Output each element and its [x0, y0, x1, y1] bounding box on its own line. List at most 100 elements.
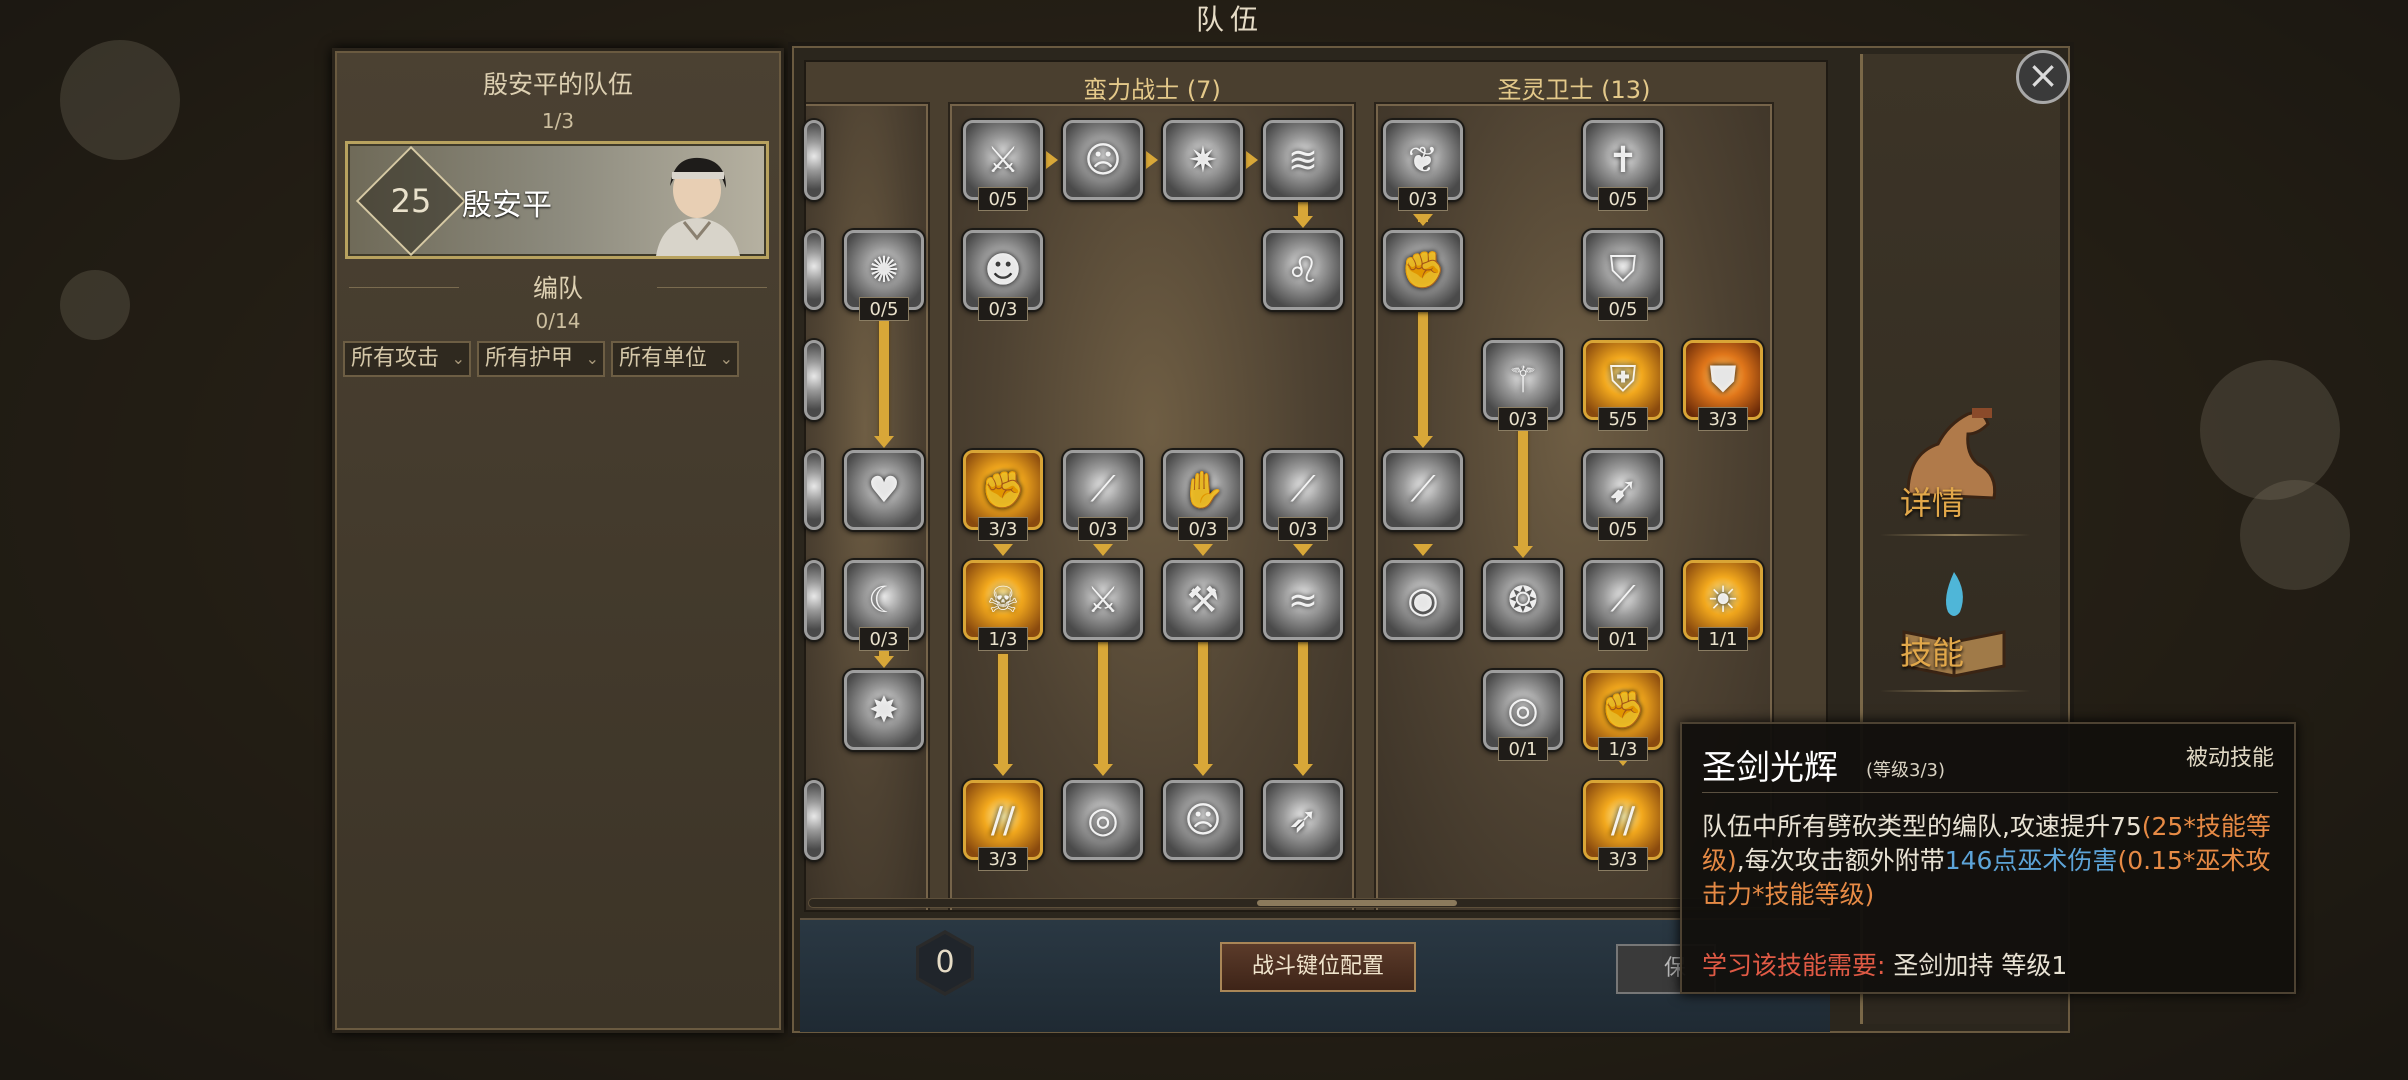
tooltip-desc-part: ,每次攻击额外附带 — [1736, 846, 1945, 875]
skill-level: 5/5 — [1598, 407, 1648, 431]
skills-tab[interactable]: 技能 — [1900, 628, 1964, 674]
skill-node-spiral-blade[interactable]: ➶ — [1263, 780, 1343, 860]
skill-node-rage-face[interactable]: ☹ — [1163, 780, 1243, 860]
skill-node-spin-slash[interactable]: ◎ — [1063, 780, 1143, 860]
skill-level: 0/5 — [1598, 517, 1648, 541]
skill-connector — [1298, 640, 1308, 766]
tooltip-description: 队伍中所有劈砍类型的编队,攻速提升75(25*技能等级),每次攻击额外附带146… — [1702, 810, 2278, 912]
unit-filter-dropdown[interactable]: 所有单位 ⌄ — [611, 341, 739, 377]
skill-level: 0/3 — [978, 297, 1028, 321]
formation-count: 0/14 — [535, 309, 581, 333]
tooltip-skill-type: 被动技能 — [2185, 746, 2274, 771]
chevron-down-icon: ⌄ — [451, 349, 465, 368]
impact-burst-icon: ✸ — [868, 689, 900, 731]
skill-node-radiant-burst[interactable]: ❂ — [1483, 560, 1563, 640]
sword-slash-icon: ⟋ — [1610, 579, 1636, 620]
arrow-down-icon — [1093, 544, 1113, 556]
vortex-icon: ◎ — [1507, 689, 1539, 731]
chevron-down-icon: ⌄ — [719, 349, 733, 368]
crescent-slash-icon: ☾ — [867, 579, 901, 621]
leader-card[interactable]: 25 殷安平 — [345, 141, 769, 259]
skill-level: 0/5 — [978, 187, 1028, 211]
skill-node-lion-head[interactable]: ♌ — [1263, 230, 1343, 310]
skill-connector — [1198, 640, 1208, 766]
arrow-right-icon — [1246, 151, 1258, 169]
close-button[interactable]: × — [2016, 50, 2070, 104]
spark-orb-icon: ✺ — [868, 249, 900, 291]
skill-node-sword-thrust[interactable]: ⚔ — [1063, 560, 1143, 640]
skill-node-burst-light[interactable]: ✷ — [1163, 120, 1243, 200]
skill-node[interactable] — [804, 780, 824, 860]
skill-node-orb[interactable]: ◉ — [1383, 560, 1463, 640]
skill-level: 1/3 — [978, 627, 1028, 651]
keybind-config-button[interactable]: 战斗键位配置 — [1220, 942, 1416, 992]
skill-connector — [1418, 310, 1428, 440]
spiral-blade-icon: ➶ — [1287, 799, 1319, 841]
scrollbar-thumb[interactable] — [1257, 900, 1457, 906]
winged-shield-icon: ⛉ — [1609, 249, 1637, 290]
golden-fist-icon: ✊ — [1600, 690, 1646, 731]
horizontal-scrollbar[interactable] — [808, 898, 1828, 908]
map-marker — [60, 270, 130, 340]
tooltip-requirement-value: 圣剑加持 等级1 — [1893, 951, 2068, 980]
arrow-down-icon — [993, 544, 1013, 556]
runed-blade-icon: ⟋ — [1410, 469, 1436, 510]
details-tab[interactable]: 详情 — [1900, 478, 1964, 524]
feather-blade-icon: ❦ — [1407, 139, 1439, 181]
arrow-down-icon — [1413, 544, 1433, 556]
close-icon: × — [2027, 53, 2059, 97]
sword-thrust-icon: ⚔ — [1086, 579, 1120, 621]
team-panel: 殷安平的队伍 1/3 25 殷安平 编队 0/14 所有攻击 ⌄ 所有护甲 ⌄ … — [332, 48, 784, 1033]
flame-skull-icon: ☠ — [986, 579, 1020, 621]
skill-node-impact-burst[interactable]: ✸ — [844, 670, 924, 750]
skill-level: 0/3 — [1498, 407, 1548, 431]
divider — [1880, 690, 2030, 692]
map-marker — [60, 40, 180, 160]
skill-node[interactable] — [804, 560, 824, 640]
tooltip-requirement: 学习该技能需要: 圣剑加持 等级1 — [1702, 946, 2067, 982]
skill-node-claw-slash[interactable]: ≈ — [1263, 560, 1343, 640]
skill-level: 3/3 — [978, 847, 1028, 871]
tooltip-requirement-label: 学习该技能需要: — [1702, 951, 1886, 980]
skill-level: 0/3 — [1278, 517, 1328, 541]
arrow-right-icon — [1146, 151, 1158, 169]
skill-level: 1/1 — [1698, 627, 1748, 651]
beast-face-icon: ☻ — [984, 249, 1022, 291]
divider — [1702, 792, 2278, 793]
golden-armor-icon: ⛨ — [1609, 359, 1637, 400]
skill-node-roaring-warrior[interactable]: ☹ — [1063, 120, 1143, 200]
skill-node-runed-blade[interactable]: ⟋ — [1383, 450, 1463, 530]
arrow-down-icon — [874, 436, 894, 448]
skill-node[interactable] — [804, 450, 824, 530]
skill-level: 0/1 — [1498, 737, 1548, 761]
arrow-down-icon — [1513, 546, 1533, 558]
attack-filter-dropdown[interactable]: 所有攻击 ⌄ — [343, 341, 471, 377]
arrow-down-icon — [1093, 764, 1113, 776]
skill-level: 3/3 — [978, 517, 1028, 541]
fire-slash-icon: ✊ — [980, 470, 1026, 511]
arrow-down-icon — [1293, 216, 1313, 228]
armor-filter-dropdown[interactable]: 所有护甲 ⌄ — [477, 341, 605, 377]
tooltip-desc-part: 队伍中所有劈砍类型的编队,攻速提升75 — [1702, 812, 2142, 841]
filter-label: 所有单位 — [619, 346, 708, 371]
tooltip-skill-name: 圣剑光辉 — [1702, 748, 1838, 788]
golden-sword-icon: // — [1610, 799, 1636, 841]
arrow-down-icon — [1413, 214, 1433, 226]
skill-level: 0/3 — [1178, 517, 1228, 541]
claw-slash-icon: ≈ — [1287, 579, 1319, 621]
skill-node-sword-fist[interactable]: ✊ — [1383, 230, 1463, 310]
team-name: 殷安平的队伍 — [482, 70, 633, 99]
hammer-icon: ⚒ — [1186, 579, 1220, 621]
flame-strike-icon: // — [990, 799, 1016, 841]
golden-shield-icon: ⛊ — [1709, 359, 1737, 400]
skill-node[interactable] — [804, 120, 824, 200]
skill-node-heart[interactable]: ♥ — [844, 450, 924, 530]
skill-node-hammer[interactable]: ⚒ — [1163, 560, 1243, 640]
skill-level: 0/3 — [1078, 517, 1128, 541]
orb-icon: ◉ — [1407, 579, 1439, 621]
tooltip-skill-level: (等级3/3) — [1866, 760, 1946, 781]
skill-node[interactable] — [804, 230, 824, 310]
skill-node[interactable] — [804, 340, 824, 420]
skill-level: 1/3 — [1598, 737, 1648, 761]
skill-node-whirlwind[interactable]: ≋ — [1263, 120, 1343, 200]
